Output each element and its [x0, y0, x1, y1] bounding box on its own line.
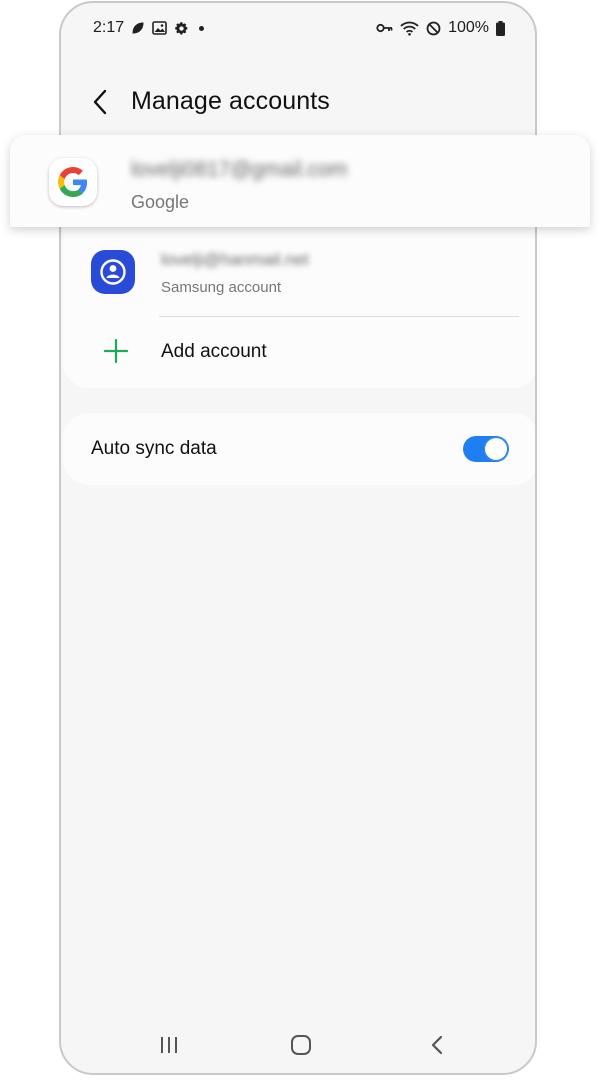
chevron-left-icon: [93, 89, 107, 115]
leaf-notification-icon: [131, 21, 145, 35]
battery-percent: 100%: [448, 19, 489, 36]
list-divider: [159, 316, 519, 317]
auto-sync-card: Auto sync data: [63, 413, 535, 485]
toggle-knob: [484, 437, 508, 461]
home-icon: [291, 1035, 311, 1055]
nav-back-button[interactable]: [419, 1027, 455, 1063]
key-icon: [376, 22, 393, 34]
gallery-notification-icon: [152, 21, 167, 35]
status-left: 2:17: [93, 19, 205, 37]
battery-icon: [496, 20, 505, 36]
do-not-disturb-icon: [426, 21, 441, 36]
recent-apps-button[interactable]: [151, 1027, 187, 1063]
app-header: Manage accounts: [61, 73, 535, 133]
account-row-samsung[interactable]: lovelji@hanmail.net Samsung account: [63, 233, 535, 315]
status-right: 100%: [376, 19, 505, 37]
navigation-bar: [61, 1017, 535, 1073]
settings-notification-icon: [174, 21, 189, 36]
samsung-account-provider: Samsung account: [161, 279, 282, 296]
google-icon: [49, 158, 97, 206]
add-account-label: Add account: [161, 341, 267, 362]
status-time: 2:17: [93, 19, 125, 36]
samsung-account-email: lovelji@hanmail.net: [161, 250, 309, 269]
google-account-email: lovelji0817@gmail.com: [131, 158, 348, 181]
status-bar: 2:17 100%: [61, 3, 535, 53]
auto-sync-toggle[interactable]: [463, 436, 509, 462]
add-account-button[interactable]: Add account: [63, 320, 535, 384]
page-title: Manage accounts: [131, 87, 330, 115]
more-notifications-dot-icon: [199, 25, 205, 31]
back-icon: [431, 1035, 443, 1055]
home-button[interactable]: [283, 1027, 319, 1063]
account-row-google[interactable]: lovelji0817@gmail.com Google: [10, 135, 590, 227]
samsung-account-icon: [91, 250, 135, 294]
back-button[interactable]: [85, 87, 115, 117]
google-account-provider: Google: [131, 192, 190, 212]
plus-icon: [103, 338, 129, 364]
recent-apps-icon: [161, 1037, 177, 1053]
wifi-icon: [400, 21, 419, 36]
auto-sync-label: Auto sync data: [91, 438, 217, 459]
